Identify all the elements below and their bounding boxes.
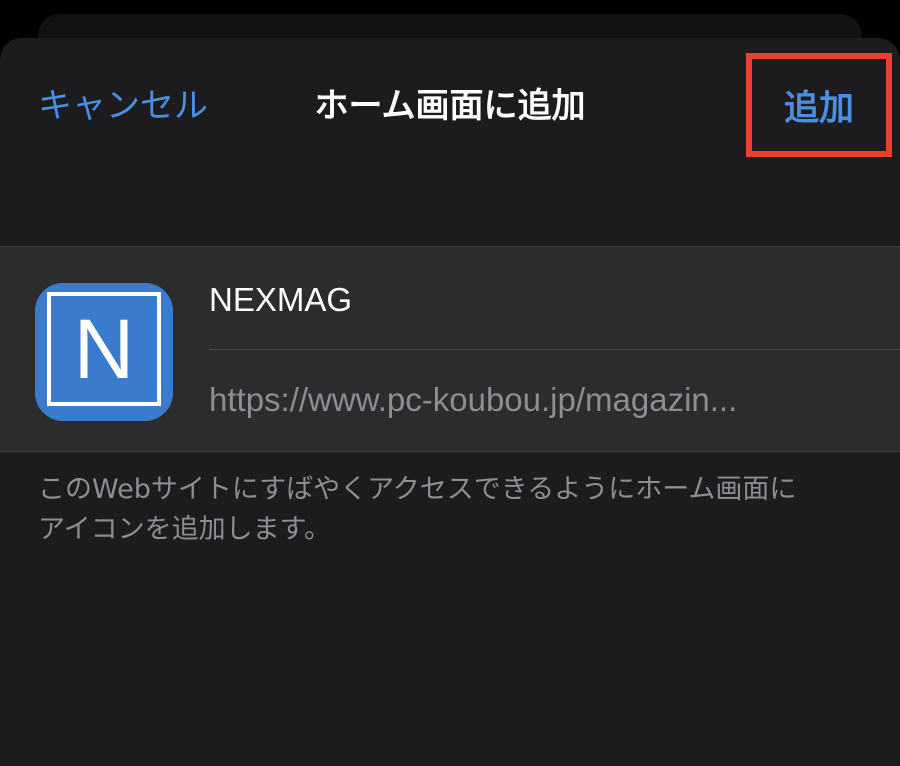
app-icon-letter: N xyxy=(73,302,135,396)
cell-divider xyxy=(209,349,900,350)
add-button-label: 追加 xyxy=(783,88,854,129)
app-icon: N xyxy=(35,283,173,421)
bookmark-cell: N NEXMAG https://www.pc-koubou.jp/magazi… xyxy=(0,246,900,452)
url-field: https://www.pc-koubou.jp/magazin... xyxy=(209,381,738,418)
footer-note-line-1: このWebサイトにすばやくアクセスできるようにホーム画面に xyxy=(38,474,797,505)
footer-note: このWebサイトにすばやくアクセスできるようにホーム画面に アイコンを追加します… xyxy=(38,470,878,550)
name-field[interactable]: NEXMAG xyxy=(209,281,889,319)
add-button[interactable]: 追加 xyxy=(746,53,892,157)
app-icon-frame: N xyxy=(47,292,161,406)
footer-note-line-2: アイコンを追加します。 xyxy=(38,514,331,545)
